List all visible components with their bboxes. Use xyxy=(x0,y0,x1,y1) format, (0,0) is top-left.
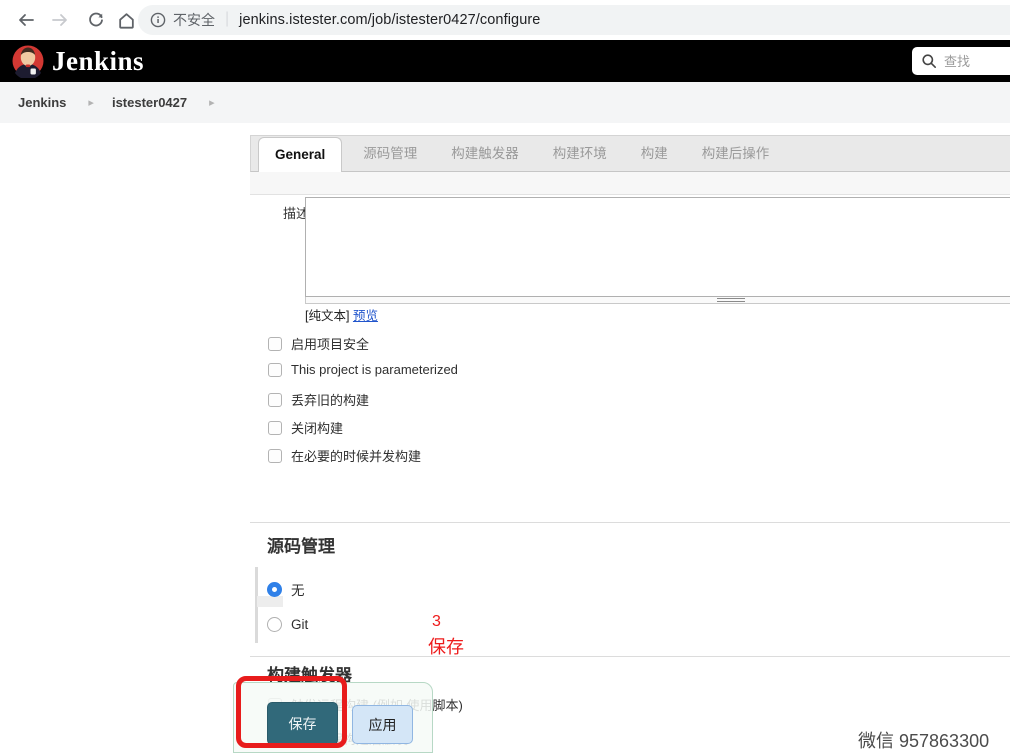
checkbox-row: 丢弃旧的构建 xyxy=(268,390,369,409)
url-text[interactable]: jenkins.istester.com/job/istester0427/co… xyxy=(239,12,540,28)
search-input[interactable] xyxy=(944,54,1010,69)
chevron-right-icon: ▸ xyxy=(209,96,215,109)
header-search-box[interactable] xyxy=(912,47,1010,75)
jenkins-brand-title[interactable]: Jenkins xyxy=(52,46,144,77)
grip-icon xyxy=(717,298,745,302)
annotation-step-number: 3 xyxy=(432,613,441,631)
config-tabbar: General 源码管理 构建触发器 构建环境 构建 构建后操作 xyxy=(250,135,1010,172)
checkbox-label: This project is parameterized xyxy=(291,362,458,377)
reload-icon[interactable] xyxy=(86,10,106,30)
forward-icon[interactable] xyxy=(50,10,70,30)
security-label[interactable]: 不安全 xyxy=(173,10,215,30)
checkbox-discard-old-builds[interactable] xyxy=(268,393,282,407)
section-divider xyxy=(250,656,1010,657)
watermark-text: 微信 957863300 xyxy=(858,727,989,753)
scm-section-title: 源码管理 xyxy=(267,532,335,557)
checkbox-concurrent-builds[interactable] xyxy=(268,449,282,463)
markup-hint: [纯文本] xyxy=(305,309,349,323)
tab-general[interactable]: General xyxy=(258,137,342,172)
checkbox-label: 关闭构建 xyxy=(291,418,343,437)
checkbox-row: 启用项目安全 xyxy=(268,334,369,353)
chevron-right-icon: ▸ xyxy=(88,96,94,109)
tab-build-triggers[interactable]: 构建触发器 xyxy=(434,133,536,171)
search-icon xyxy=(921,53,937,69)
info-icon[interactable] xyxy=(150,12,166,28)
checkbox-label: 在必要的时候并发构建 xyxy=(291,446,421,465)
breadcrumb-item-job[interactable]: istester0427 xyxy=(112,95,187,110)
radio-scm-none[interactable] xyxy=(267,582,282,597)
jenkins-header: Jenkins xyxy=(0,40,1010,82)
checkbox-project-security[interactable] xyxy=(268,337,282,351)
home-icon[interactable] xyxy=(116,10,136,30)
tab-build-environment[interactable]: 构建环境 xyxy=(536,133,624,171)
tab-post-build[interactable]: 构建后操作 xyxy=(685,133,787,171)
radio-label: Git xyxy=(291,617,308,632)
section-divider xyxy=(250,522,1010,523)
url-separator: | xyxy=(225,10,229,28)
preview-link[interactable]: 预览 xyxy=(353,309,378,323)
breadcrumb: Jenkins ▸ istester0427 ▸ xyxy=(0,82,1010,123)
browser-toolbar: 不安全 | jenkins.istester.com/job/istester0… xyxy=(0,0,1010,40)
checkbox-row: This project is parameterized xyxy=(268,362,458,377)
checkbox-disable-build[interactable] xyxy=(268,421,282,435)
markup-hint-row: [纯文本] 预览 xyxy=(305,305,378,324)
checkbox-label: 丢弃旧的构建 xyxy=(291,390,369,409)
checkbox-row: 在必要的时候并发构建 xyxy=(268,446,421,465)
radio-label: 无 xyxy=(291,579,305,599)
checkbox-row: 关闭构建 xyxy=(268,418,343,437)
apply-button[interactable]: 应用 xyxy=(352,705,413,744)
tab-build[interactable]: 构建 xyxy=(624,133,685,171)
checkbox-parameterized[interactable] xyxy=(268,363,282,377)
textarea-resize-handle[interactable] xyxy=(305,297,1010,304)
tab-panel-top-strip xyxy=(250,172,1010,195)
address-bar[interactable]: 不安全 | jenkins.istester.com/job/istester0… xyxy=(138,5,1010,35)
radio-scm-git[interactable] xyxy=(267,617,282,632)
description-textarea[interactable] xyxy=(305,197,1010,297)
jenkins-butler-logo-icon[interactable] xyxy=(11,44,45,78)
checkbox-label: 启用项目安全 xyxy=(291,334,369,353)
back-icon[interactable] xyxy=(16,10,36,30)
radio-row: 无 xyxy=(267,579,305,599)
breadcrumb-item-jenkins[interactable]: Jenkins xyxy=(18,95,66,110)
save-button[interactable]: 保存 xyxy=(267,702,338,745)
radio-row: Git xyxy=(267,617,308,632)
tab-scm[interactable]: 源码管理 xyxy=(346,133,434,171)
